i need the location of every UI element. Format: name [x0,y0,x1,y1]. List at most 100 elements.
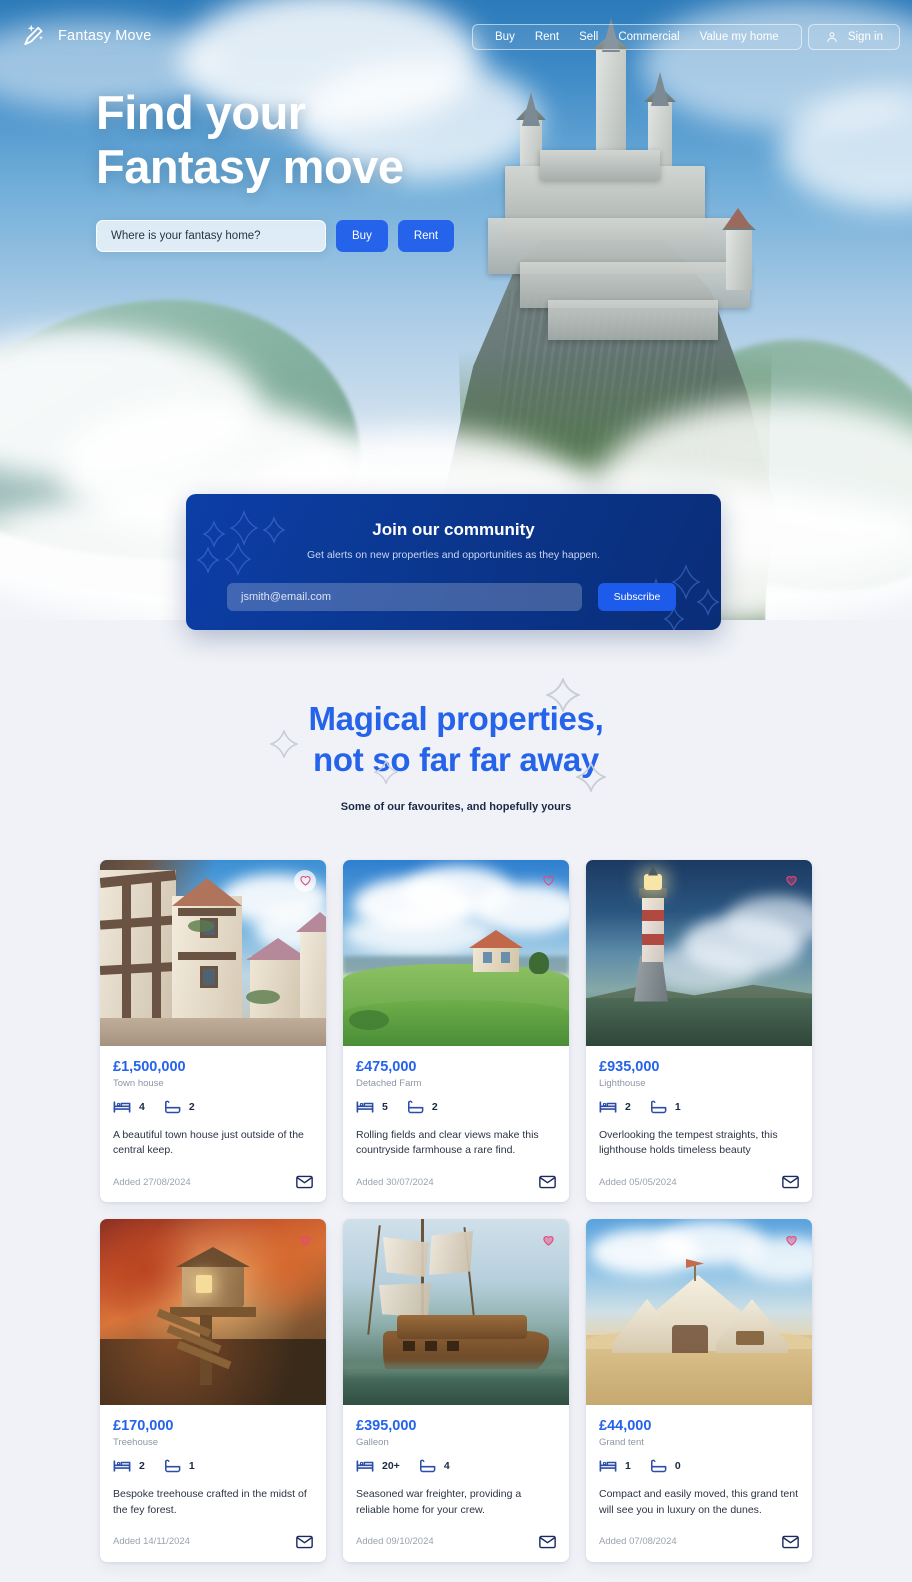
user-icon [827,32,837,43]
bed-icon [113,1100,131,1113]
bedrooms-spec: 2 [113,1459,145,1473]
property-grid: £1,500,000 Town house 4 2 A beautiful to… [0,859,912,1562]
property-price: £44,000 [599,1418,652,1434]
castle-wall [548,300,718,340]
contact-agent-button[interactable] [539,1175,556,1189]
property-price: £170,000 [113,1418,174,1434]
sign-in-label: Sign in [847,31,883,43]
heart-icon [785,1235,797,1246]
property-specs: 1 0 [599,1459,799,1473]
hero-search-row: Where is your fantasy home? Buy Rent [96,220,455,253]
hero-title-line-1: Find your [96,86,306,139]
hero-buy-button[interactable]: Buy [336,220,388,253]
property-details: £475,000 Detached Farm 5 2 Rolling field… [343,1046,569,1160]
bedrooms-value: 20+ [382,1460,400,1472]
property-added-date: Added 27/08/2024 [113,1176,191,1188]
contact-agent-button[interactable] [539,1535,556,1549]
property-type: Galleon [356,1437,389,1448]
bathrooms-value: 1 [674,1100,681,1113]
contact-agent-button[interactable] [296,1175,313,1189]
property-card[interactable]: £1,500,000 Town house 4 2 A beautiful to… [100,859,326,1202]
property-description: Seasoned war freighter, providing a reli… [356,1488,522,1516]
nav-item-value-my-home[interactable]: Value my home [690,25,789,49]
bathrooms-value: 4 [443,1460,450,1472]
property-details: £1,500,000 Town house 4 2 A beautiful to… [100,1046,326,1160]
newsletter-email-input[interactable]: jsmith@email.com [227,583,582,611]
property-footer: Added 30/07/2024 [343,1159,569,1202]
bedrooms-spec: 4 [113,1100,145,1114]
favourite-button[interactable] [537,870,559,892]
bath-icon [164,1100,181,1113]
subscribe-button[interactable]: Subscribe [598,583,676,611]
property-image [343,1219,569,1405]
properties-section: Magical properties, not so far far away … [0,620,912,1562]
contact-agent-button[interactable] [296,1535,313,1549]
newsletter-subtitle: Get alerts on new properties and opportu… [306,549,601,561]
favourite-button[interactable] [294,1229,316,1251]
favourite-button[interactable] [780,870,802,892]
hero-content: Find your Fantasy move Where is your fan… [96,86,455,253]
property-specs: 4 2 [113,1100,313,1114]
property-card[interactable]: £170,000 Treehouse 2 1 Bespoke treehouse… [100,1219,326,1562]
nav-item-buy[interactable]: Buy [485,25,525,49]
property-card[interactable]: £935,000 Lighthouse 2 1 Overlooking the … [586,859,812,1202]
main-nav: Buy Rent Sell Commercial Value my home [472,24,802,50]
section-subtitle: Some of our favourites, and hopefully yo… [340,800,572,813]
bedrooms-spec: 1 [599,1459,631,1473]
search-input[interactable]: Where is your fantasy home? [96,220,326,253]
newsletter-title: Join our community [372,520,535,539]
search-placeholder: Where is your fantasy home? [111,230,261,243]
brand-logo[interactable]: Fantasy Move [22,23,151,49]
property-card[interactable]: £475,000 Detached Farm 5 2 Rolling field… [343,859,569,1202]
property-card[interactable]: £44,000 Grand tent 1 0 Compact and easil… [586,1219,812,1562]
property-added-date: Added 09/10/2024 [356,1536,434,1547]
envelope-icon [782,1535,799,1548]
site-header: Fantasy Move Buy Rent Sell Commercial Va… [0,0,912,72]
bedrooms-spec: 20+ [356,1459,400,1473]
property-image [586,1219,812,1405]
favourite-button[interactable] [780,1229,802,1251]
bedrooms-value: 1 [625,1460,631,1472]
property-image [343,859,569,1046]
bathrooms-value: 0 [674,1460,681,1472]
nav-item-rent[interactable]: Rent [525,25,569,49]
nav-item-commercial[interactable]: Commercial [608,25,689,49]
property-description: A beautiful town house just outside of t… [113,1128,304,1157]
property-type: Town house [113,1077,164,1089]
heart-icon [785,875,797,886]
property-added-date: Added 05/05/2024 [599,1176,677,1188]
bed-icon [599,1460,617,1472]
bedrooms-value: 4 [139,1100,145,1113]
bathrooms-spec: 2 [406,1100,438,1114]
property-specs: 5 2 [356,1100,556,1114]
envelope-icon [539,1175,556,1189]
contact-agent-button[interactable] [782,1175,799,1189]
property-description: Bespoke treehouse crafted in the midst o… [113,1488,307,1516]
bathrooms-spec: 1 [649,1100,681,1114]
contact-agent-button[interactable] [782,1535,799,1549]
hero-title: Find your Fantasy move [96,86,454,194]
property-type: Grand tent [599,1437,644,1448]
property-specs: 2 1 [113,1459,313,1473]
property-description: Rolling fields and clear views make this… [356,1128,539,1157]
heart-icon [542,1235,554,1246]
property-price: £935,000 [599,1058,660,1075]
nav-item-sell[interactable]: Sell [569,25,608,49]
envelope-icon [539,1535,556,1548]
castle-spire [522,92,540,126]
property-image [586,859,812,1046]
bathrooms-spec: 2 [163,1100,195,1114]
heart-icon [299,875,311,886]
envelope-icon [296,1175,313,1189]
heart-icon [542,875,554,886]
section-title-line-2: not so far far away [313,741,599,779]
castle-tower [726,228,752,290]
sign-in-button[interactable]: Sign in [807,24,900,50]
property-details: £935,000 Lighthouse 2 1 Overlooking the … [586,1046,812,1160]
property-card[interactable]: £395,000 Galleon 20+ 4 Seasoned war frei… [343,1219,569,1562]
favourite-button[interactable] [537,1229,559,1251]
favourite-button[interactable] [294,869,316,892]
bath-icon [650,1459,667,1473]
newsletter-form: jsmith@email.com Subscribe [227,583,721,611]
hero-rent-button[interactable]: Rent [397,220,455,253]
